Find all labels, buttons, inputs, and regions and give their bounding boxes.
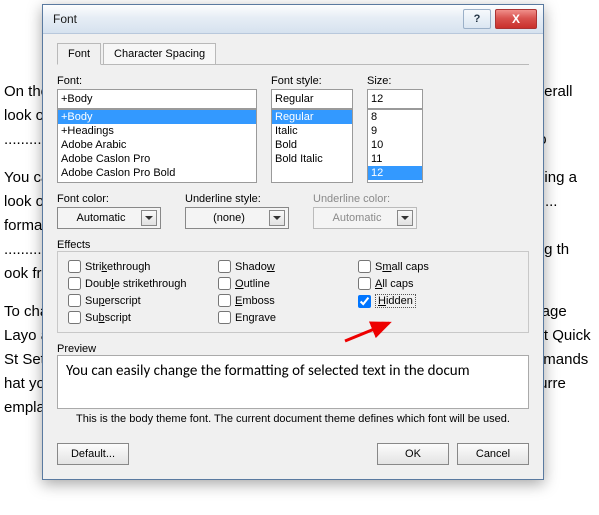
tab-character-spacing[interactable]: Character Spacing (103, 43, 216, 65)
size-option[interactable]: 9 (368, 124, 422, 138)
font-color-combo[interactable]: Automatic (57, 207, 161, 229)
font-option[interactable]: Adobe Arabic (58, 138, 256, 152)
font-style-input[interactable] (271, 89, 353, 109)
effects-label: Effects (57, 239, 529, 251)
preview-note: This is the body theme font. The current… (57, 413, 529, 425)
font-label: Font: (57, 75, 257, 87)
default-button[interactable]: Default... (57, 443, 129, 465)
chk-all-caps[interactable]: All caps (358, 277, 429, 290)
help-icon: ? (474, 13, 481, 25)
chk-strikethrough[interactable]: Strikethrough (68, 260, 218, 273)
tabstrip: Font Character Spacing (57, 42, 529, 65)
chk-hidden[interactable]: Hidden (358, 294, 429, 308)
close-button[interactable]: X (495, 9, 537, 29)
size-option[interactable]: 12 (368, 166, 422, 180)
font-option[interactable]: Adobe Caslon Pro Bold (58, 166, 256, 180)
font-dialog: Font ? X Font Character Spacing Font: +B… (42, 4, 544, 480)
size-option[interactable]: 11 (368, 152, 422, 166)
close-icon: X (512, 12, 520, 26)
style-option[interactable]: Bold Italic (272, 152, 352, 166)
size-input[interactable] (367, 89, 423, 109)
chevron-down-icon (397, 210, 413, 226)
chk-double-strikethrough[interactable]: Double strikethrough (68, 277, 218, 290)
chk-outline[interactable]: Outline (218, 277, 358, 290)
font-option[interactable]: +Headings (58, 124, 256, 138)
chk-emboss[interactable]: Emboss (218, 294, 358, 307)
underline-color-label: Underline color: (313, 193, 417, 205)
chk-shadow[interactable]: Shadow (218, 260, 358, 273)
titlebar[interactable]: Font ? X (43, 5, 543, 34)
chk-engrave[interactable]: Engrave (218, 311, 358, 324)
style-option[interactable]: Italic (272, 124, 352, 138)
font-option[interactable]: +Body (58, 110, 256, 124)
chevron-down-icon (141, 210, 157, 226)
underline-style-label: Underline style: (185, 193, 289, 205)
preview-box: You can easily change the formatting of … (57, 355, 529, 409)
tab-font[interactable]: Font (57, 43, 101, 65)
style-option[interactable]: Bold (272, 138, 352, 152)
size-label: Size: (367, 75, 423, 87)
preview-label: Preview (57, 343, 529, 355)
chevron-down-icon (269, 210, 285, 226)
size-option[interactable]: 8 (368, 110, 422, 124)
font-option[interactable]: Adobe Caslon Pro (58, 152, 256, 166)
font-color-label: Font color: (57, 193, 161, 205)
cancel-button[interactable]: Cancel (457, 443, 529, 465)
underline-style-combo[interactable]: (none) (185, 207, 289, 229)
font-style-listbox[interactable]: Regular Italic Bold Bold Italic (271, 109, 353, 183)
font-listbox[interactable]: +Body +Headings Adobe Arabic Adobe Caslo… (57, 109, 257, 183)
effects-group: Strikethrough Double strikethrough Super… (57, 251, 529, 333)
chk-small-caps[interactable]: Small caps (358, 260, 429, 273)
chk-subscript[interactable]: Subscript (68, 311, 218, 324)
size-option[interactable]: 10 (368, 138, 422, 152)
ok-button[interactable]: OK (377, 443, 449, 465)
font-input[interactable] (57, 89, 257, 109)
underline-color-combo: Automatic (313, 207, 417, 229)
size-listbox[interactable]: 8 9 10 11 12 (367, 109, 423, 183)
dialog-title: Font (53, 12, 459, 26)
chk-superscript[interactable]: Superscript (68, 294, 218, 307)
style-option[interactable]: Regular (272, 110, 352, 124)
font-style-label: Font style: (271, 75, 353, 87)
help-button[interactable]: ? (463, 9, 491, 29)
